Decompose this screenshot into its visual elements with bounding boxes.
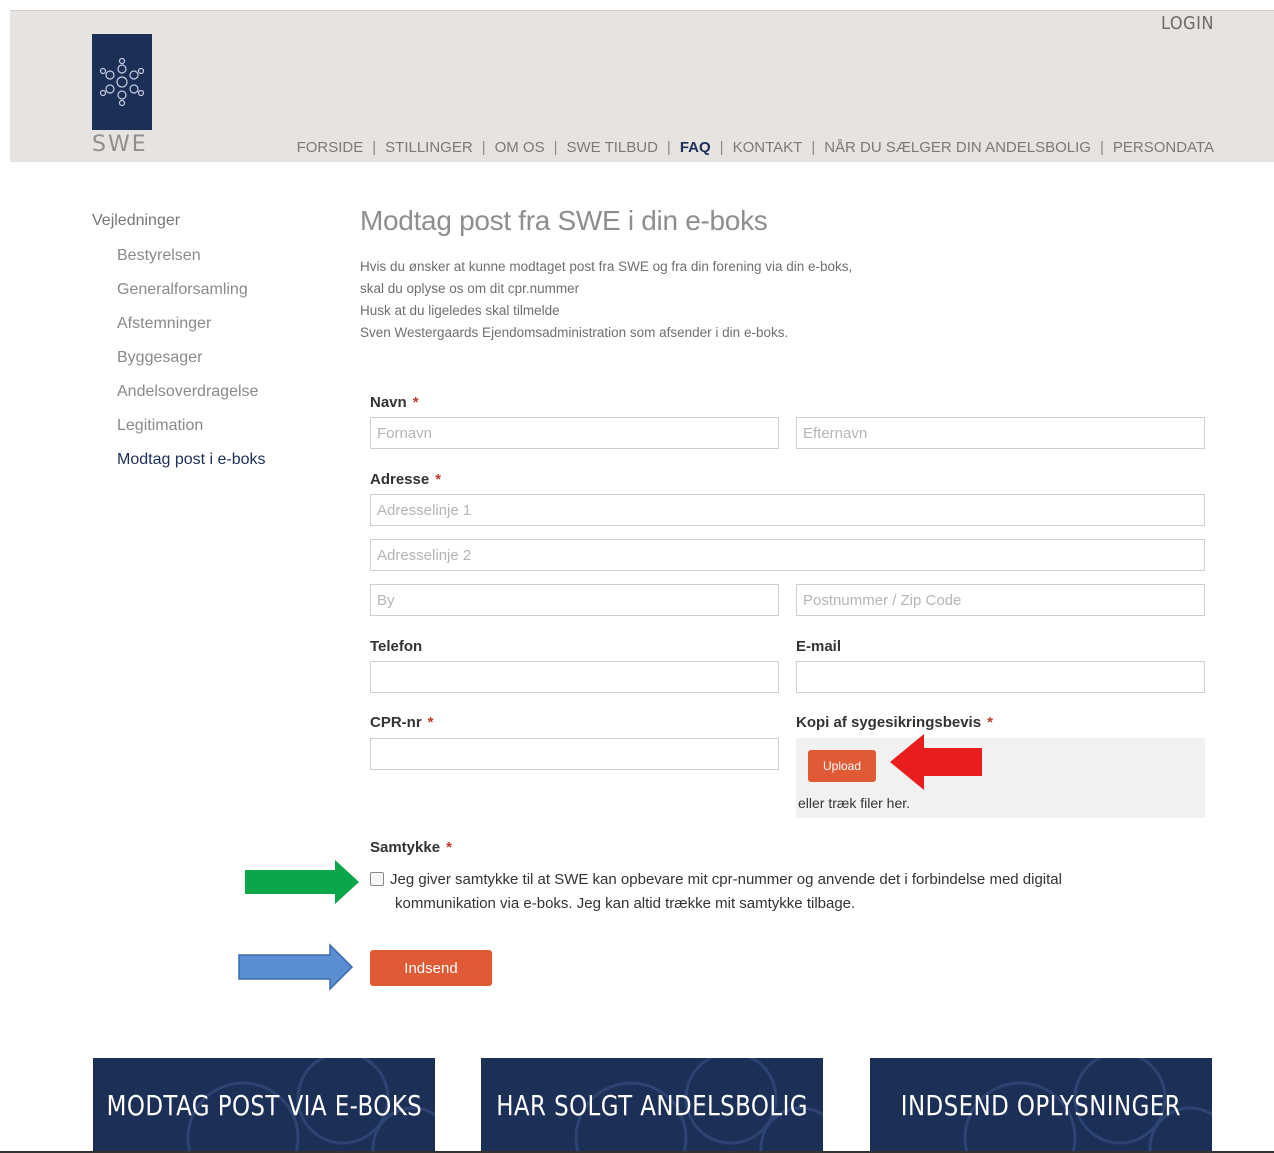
consent-text-line1: Jeg giver samtykke til at SWE kan opbeva…	[390, 871, 1062, 888]
login-link[interactable]: LOGIN	[1161, 13, 1214, 34]
banner-modtag-post[interactable]: MODTAG POST VIA E-BOKS	[93, 1058, 435, 1153]
nav-naar-du-saelger[interactable]: NÅR DU SÆLGER DIN ANDELSBOLIG	[824, 139, 1091, 156]
insurance-label-text: Kopi af sygesikringsbevis	[796, 714, 982, 731]
logo-emblem	[92, 34, 152, 130]
sidebar-item-byggesager[interactable]: Byggesager	[92, 344, 322, 378]
intro-line: Hvis du ønsker at kunne modtaget post fr…	[360, 259, 853, 274]
upload-button[interactable]: Upload	[808, 750, 876, 782]
banner-label: INDSEND OPLYSNINGER	[900, 1089, 1182, 1122]
sidebar-item-legitimation[interactable]: Legitimation	[92, 412, 322, 446]
nav-faq[interactable]: FAQ	[680, 139, 711, 156]
name-label-text: Navn	[370, 394, 407, 411]
sidebar-item-modtag-post[interactable]: Modtag post i e-boks	[92, 446, 322, 480]
submit-button[interactable]: Indsend	[370, 950, 492, 986]
nav-separator: |	[666, 139, 671, 156]
logo-text: SWE	[92, 132, 148, 157]
nav-persondata[interactable]: PERSONDATA	[1113, 139, 1214, 156]
nav-om-os[interactable]: OM OS	[495, 139, 545, 156]
upload-hint: eller træk filer her.	[798, 795, 911, 811]
blue-arrow-icon	[238, 943, 354, 991]
intro-text: Hvis du ønsker at kunne modtaget post fr…	[360, 256, 852, 344]
email-label: E-mail	[796, 638, 842, 655]
intro-line: Husk at du ligeledes skal tilmelde	[360, 303, 560, 318]
address-line2-input[interactable]	[370, 539, 1205, 571]
address-line1-input[interactable]	[370, 494, 1205, 526]
consent-checkbox[interactable]	[370, 872, 384, 886]
required-mark: *	[427, 714, 434, 731]
red-arrow-icon	[890, 734, 982, 790]
sidebar: Vejledninger Bestyrelsen Generalforsamli…	[92, 212, 322, 480]
first-name-input[interactable]	[370, 417, 779, 449]
cpr-input[interactable]	[370, 738, 779, 770]
snowflake-ornament-icon	[99, 57, 145, 107]
sidebar-item-generalforsamling[interactable]: Generalforsamling	[92, 276, 322, 310]
nav-separator: |	[1099, 139, 1104, 156]
nav-separator: |	[811, 139, 816, 156]
zip-input[interactable]	[796, 584, 1205, 616]
nav-forside[interactable]: FORSIDE	[297, 139, 364, 156]
consent-label-text: Samtykke	[370, 839, 441, 856]
sidebar-item-bestyrelsen[interactable]: Bestyrelsen	[92, 242, 322, 276]
name-label: Navn *	[370, 394, 419, 411]
phone-input[interactable]	[370, 661, 779, 693]
required-mark: *	[412, 394, 419, 411]
nav-separator: |	[372, 139, 377, 156]
swe-logo[interactable]: SWE	[92, 34, 154, 157]
address-label-text: Adresse	[370, 471, 430, 488]
email-input[interactable]	[796, 661, 1205, 693]
green-arrow-icon	[245, 860, 359, 904]
file-drop-zone[interactable]: Upload eller træk filer her.	[796, 738, 1205, 818]
site-header: SWE LOGIN FORSIDE | STILLINGER | OM OS |…	[10, 10, 1274, 162]
banner-label: HAR SOLGT ANDELSBOLIG	[496, 1089, 808, 1122]
phone-label: Telefon	[370, 638, 423, 655]
consent-text-line2: kommunikation via e-boks. Jeg kan altid …	[395, 895, 856, 912]
nav-separator: |	[719, 139, 724, 156]
nav-separator: |	[553, 139, 558, 156]
last-name-input[interactable]	[796, 417, 1205, 449]
nav-swe-tilbud[interactable]: SWE TILBUD	[567, 139, 658, 156]
required-mark: *	[446, 839, 452, 856]
main-nav: FORSIDE | STILLINGER | OM OS | SWE TILBU…	[297, 139, 1214, 156]
sidebar-item-andelsoverdragelse[interactable]: Andelsoverdragelse	[92, 378, 322, 412]
consent-row: Jeg giver samtykke til at SWE kan opbeva…	[370, 868, 1130, 892]
consent-label: Samtykke *	[370, 839, 452, 856]
address-label: Adresse *	[370, 471, 441, 488]
consent-field: Jeg giver samtykke til at SWE kan opbeva…	[370, 868, 1130, 916]
banner-indsend-oplysninger[interactable]: INDSEND OPLYSNINGER	[870, 1058, 1212, 1153]
nav-kontakt[interactable]: KONTAKT	[733, 139, 803, 156]
cpr-label: CPR-nr *	[370, 714, 434, 731]
page-title: Modtag post fra SWE i din e-boks	[360, 205, 768, 236]
banner-har-solgt[interactable]: HAR SOLGT ANDELSBOLIG	[481, 1058, 823, 1153]
sidebar-item-afstemninger[interactable]: Afstemninger	[92, 310, 322, 344]
nav-stillinger[interactable]: STILLINGER	[385, 139, 473, 156]
required-mark: *	[435, 471, 442, 488]
nav-separator: |	[481, 139, 486, 156]
sidebar-head[interactable]: Vejledninger	[92, 212, 322, 230]
banner-label: MODTAG POST VIA E-BOKS	[106, 1089, 422, 1122]
required-mark: *	[987, 714, 993, 731]
intro-line: Sven Westergaards Ejendomsadministration…	[360, 325, 789, 340]
intro-line: skal du oplyse os om dit cpr.nummer	[360, 281, 580, 296]
city-input[interactable]	[370, 584, 779, 616]
insurance-label: Kopi af sygesikringsbevis *	[796, 714, 993, 731]
cpr-label-text: CPR-nr	[370, 714, 422, 731]
